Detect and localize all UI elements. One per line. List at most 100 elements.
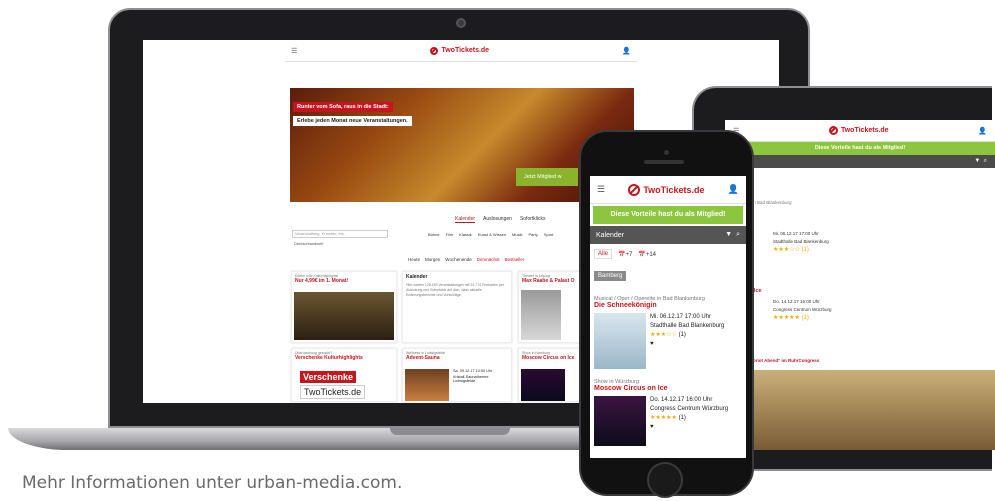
tab-auslosungen[interactable]: Auslosungen — [483, 216, 512, 223]
tab-sofortklicks[interactable]: Sofortklicks — [520, 216, 546, 223]
tab-kalender[interactable]: Kalender — [455, 216, 476, 223]
tablet-event-date: Do. 14.12.17 16:00 Uhr — [773, 299, 820, 304]
schneekoenigin-poster — [594, 313, 646, 369]
phone-member-banner[interactable]: Diese Vorteile hast du als Mitglied! — [593, 206, 743, 224]
gift-badge-2: TwoTickets.de — [300, 385, 366, 399]
filter-plus7[interactable]: 📅+7 — [618, 251, 632, 258]
phone-speaker — [644, 160, 684, 164]
phone-header: ☰ TwoTickets.de 👤 — [590, 176, 746, 204]
tablet-event-title[interactable]: könig in — [725, 207, 995, 217]
filter-all[interactable]: Alle — [594, 249, 613, 259]
event-rating: ★★★☆☆ (1) — [650, 332, 686, 338]
day-wochenende[interactable]: Wochenende — [445, 257, 471, 262]
event-venue: Stadthalle Bad Blankenburg — [650, 323, 725, 329]
phone-date-filters: Alle 📅+7 📅+14 — [590, 244, 746, 264]
event-card-raabe[interactable]: Theater in Leipzig Max Raabe & Palast O — [518, 271, 582, 343]
phone-calendar-bar: Kalender ▼ ⌕ — [590, 226, 746, 244]
card-title: Max Raabe & Palast O — [522, 278, 575, 284]
tablet-filter-bar: ▼ ⌕ — [725, 155, 995, 168]
circus-image — [521, 369, 565, 401]
cat-klassik[interactable]: Klassik — [459, 232, 472, 237]
phone-screen: ☰ TwoTickets.de 👤 Diese Vorteile hast du… — [590, 176, 746, 458]
tablet-event-meta-1: Mi. 06.12.17 17:00 Uhr Stadthalle Bad Bl… — [773, 230, 829, 254]
search-icon[interactable]: ⌕ — [736, 231, 740, 238]
filter-icon[interactable]: ▼ — [974, 158, 980, 164]
event-meta: Mi. 06.12.17 17:00 Uhr Stadthalle Bad Bl… — [650, 313, 724, 369]
cat-sport[interactable]: Sport — [544, 232, 554, 237]
laptop-logo[interactable]: TwoTickets.de — [430, 46, 490, 55]
day-heute[interactable]: Heute — [408, 257, 420, 262]
menu-icon[interactable]: ☰ — [291, 47, 297, 55]
laptop-logo-text: TwoTickets.de — [441, 47, 490, 54]
event-meta: Do. 14.12.17 16:00 Uhr Congress Centrum … — [650, 396, 728, 446]
hero-tag-1: Runter vom Sofa, raus in die Stadt: — [293, 102, 393, 112]
laptop-tabs: Kalender Auslosungen Sofortklicks — [455, 216, 546, 223]
card-title: Moscow Circus on Ice — [522, 355, 575, 361]
user-icon[interactable]: 👤 — [622, 47, 631, 55]
cat-kunst[interactable]: Kunst & Wissen — [478, 232, 506, 237]
user-icon[interactable]: 👤 — [978, 127, 987, 135]
tablet-event-meta-2: Do. 14.12.17 16:00 Uhr Congress Centrum … — [773, 298, 832, 322]
stage: ☰ TwoTickets.de 👤 Runter vom Sofa, raus … — [0, 0, 995, 501]
tablet-logo-text: TwoTickets.de — [840, 127, 889, 134]
gift-badge: Verschenke — [300, 371, 357, 383]
search-icon[interactable]: ⌕ — [984, 158, 987, 164]
tablet-event-venue: Congress Centrum Würzburg — [773, 307, 832, 312]
laptop-region-select[interactable]: Deutschlandweit — [294, 241, 323, 246]
bathtub-image — [753, 370, 995, 450]
user-icon[interactable]: 👤 — [728, 184, 739, 195]
event-row-2[interactable]: Do. 14.12.17 16:00 Uhr Congress Centrum … — [590, 392, 746, 450]
cat-film[interactable]: Film — [446, 232, 454, 237]
filter-plus14[interactable]: 📅+14 — [638, 251, 656, 258]
card-text: Hier warten 128.459 Veranstaltungen mit … — [406, 283, 504, 297]
tablet-event-venue: Stadthalle Bad Blankenburg — [773, 239, 829, 244]
no-sign-icon — [628, 183, 641, 196]
circus-poster — [594, 396, 646, 446]
phone-home-button[interactable] — [647, 462, 683, 498]
concert-hall-image — [294, 292, 394, 340]
laptop-categories: Bühne Film Klassik Kunst & Wissen Musik … — [428, 232, 553, 237]
card-venue: Kristall-Saunatherme Ludwigsfelde — [453, 375, 489, 383]
phone-logo[interactable]: TwoTickets.de — [628, 183, 705, 196]
heart-icon[interactable]: ♥ — [650, 423, 728, 432]
laptop-notch — [390, 428, 510, 435]
cat-musik[interactable]: Musik — [512, 232, 522, 237]
promo-card[interactable]: Erlebe tolle Kulturhighlights! Nur 4,99€… — [291, 271, 397, 343]
event-title[interactable]: Moscow Circus on Ice — [590, 385, 746, 392]
laptop-camera-icon — [456, 18, 466, 28]
heart-icon[interactable]: ♥ — [650, 340, 724, 349]
event-row-1[interactable]: Mi. 06.12.17 17:00 Uhr Stadthalle Bad Bl… — [590, 309, 746, 373]
tablet-event-category: / Operette in Bad Blankenburg — [731, 200, 792, 205]
laptop-day-filter: Heute Morgen Wochenende Demnächst Bestse… — [408, 257, 524, 262]
card-title: Advent-Sauna — [406, 355, 440, 361]
tablet-screen: ☰ TwoTickets.de 👤 Diese Vorteile hast du… — [725, 120, 995, 450]
hero-tag-2: Erlebe jeden Monat neue Veranstaltungen. — [293, 116, 412, 126]
calendar-label: Kalender — [596, 231, 625, 239]
event-card-circus[interactable]: Show in Hamburg Moscow Circus on Ice — [518, 348, 582, 402]
join-button[interactable]: Jetzt Mitglied w — [516, 168, 578, 186]
tablet-date-filter[interactable]: 📅+14 — [725, 172, 995, 182]
day-demnaechst[interactable]: Demnächst — [477, 257, 500, 262]
caption: Mehr Informationen unter urban-media.com… — [22, 473, 403, 493]
calendar-info-card[interactable]: Kalender Hier warten 128.459 Veranstaltu… — [402, 271, 512, 343]
cat-buehne[interactable]: Bühne — [428, 232, 440, 237]
no-sign-icon — [430, 46, 439, 55]
card-date: Sa. 09.12.17 10:00 Uhr — [453, 369, 493, 373]
day-morgen[interactable]: Morgen — [425, 257, 440, 262]
tablet-logo[interactable]: TwoTickets.de — [828, 126, 889, 135]
card-title: Verschenke Kulturhighlights — [295, 355, 363, 361]
gift-card[interactable]: Überraschung gesucht? Verschenke Kulturh… — [291, 348, 397, 402]
event-date: Mi. 06.12.17 17:00 Uhr — [650, 314, 712, 320]
menu-icon[interactable]: ☰ — [597, 184, 605, 195]
event-card-sauna[interactable]: Wellness in Ludwigsfelde Advent-Sauna Sa… — [402, 348, 512, 402]
event-title[interactable]: Die Schneekönigin — [590, 302, 746, 309]
dancer-image — [521, 290, 561, 340]
day-bestseller[interactable]: Bestseller — [504, 257, 524, 262]
event-rating: ★★★★★ (1) — [650, 415, 686, 421]
location-chip[interactable]: Bamberg — [594, 271, 627, 281]
filter-icon[interactable]: ▼ — [725, 231, 732, 238]
rating-stars: ★★★★★ (1) — [773, 315, 809, 321]
laptop-search-input[interactable]: Veranstaltung, Künstler, etc. — [292, 230, 388, 238]
tablet-member-banner[interactable]: Diese Vorteile hast du als Mitglied! — [725, 142, 995, 155]
cat-party[interactable]: Party — [529, 232, 538, 237]
